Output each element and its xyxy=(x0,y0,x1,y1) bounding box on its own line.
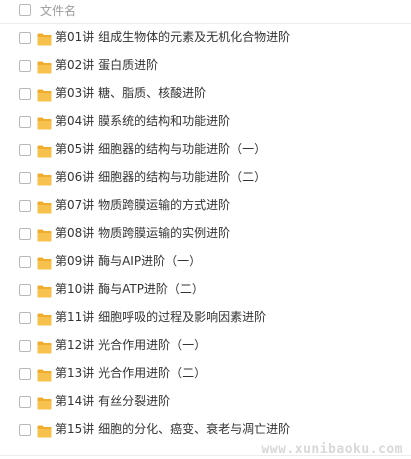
file-name[interactable]: 第14讲 有丝分裂进阶 xyxy=(55,393,170,410)
folder-icon xyxy=(37,87,52,102)
folder-icon xyxy=(37,255,52,270)
file-name[interactable]: 第08讲 物质跨膜运输的实例进阶 xyxy=(55,225,230,242)
file-name[interactable]: 第13讲 光合作用进阶（二） xyxy=(55,365,206,382)
file-row[interactable]: 第13讲 光合作用进阶（二） xyxy=(0,360,411,388)
file-name[interactable]: 第06讲 细胞器的结构与功能进阶（二） xyxy=(55,169,266,186)
folder-icon xyxy=(37,423,52,438)
file-row[interactable]: 第04讲 膜系统的结构和功能进阶 xyxy=(0,108,411,136)
file-row[interactable]: 第15讲 细胞的分化、癌变、衰老与凋亡进阶 xyxy=(0,416,411,444)
row-checkbox[interactable] xyxy=(19,368,31,380)
file-name[interactable]: 第05讲 细胞器的结构与功能进阶（一） xyxy=(55,141,266,158)
row-checkbox[interactable] xyxy=(19,340,31,352)
folder-icon xyxy=(37,115,52,130)
file-name[interactable]: 第03讲 糖、脂质、核酸进阶 xyxy=(55,85,206,102)
row-checkbox[interactable] xyxy=(19,284,31,296)
file-name[interactable]: 第15讲 细胞的分化、癌变、衰老与凋亡进阶 xyxy=(55,421,290,438)
folder-icon xyxy=(37,339,52,354)
row-checkbox[interactable] xyxy=(19,172,31,184)
row-checkbox[interactable] xyxy=(19,424,31,436)
file-name[interactable]: 第04讲 膜系统的结构和功能进阶 xyxy=(55,113,230,130)
file-row[interactable]: 第05讲 细胞器的结构与功能进阶（一） xyxy=(0,136,411,164)
row-checkbox[interactable] xyxy=(19,32,31,44)
folder-icon xyxy=(37,367,52,382)
file-name[interactable]: 第12讲 光合作用进阶（一） xyxy=(55,337,206,354)
folder-icon xyxy=(37,395,52,410)
row-checkbox[interactable] xyxy=(19,116,31,128)
file-row[interactable]: 第01讲 组成生物体的元素及无机化合物进阶 xyxy=(0,24,411,52)
file-list-header: 文件名 xyxy=(0,0,411,24)
file-row[interactable]: 第07讲 物质跨膜运输的方式进阶 xyxy=(0,192,411,220)
watermark: www.xunibaoku.com xyxy=(261,442,403,457)
file-row[interactable]: 第10讲 酶与ATP进阶（二） xyxy=(0,276,411,304)
row-checkbox[interactable] xyxy=(19,256,31,268)
folder-icon xyxy=(37,283,52,298)
file-row[interactable]: 第11讲 细胞呼吸的过程及影响因素进阶 xyxy=(0,304,411,332)
file-name[interactable]: 第07讲 物质跨膜运输的方式进阶 xyxy=(55,197,230,214)
folder-icon xyxy=(37,199,52,214)
file-row[interactable]: 第06讲 细胞器的结构与功能进阶（二） xyxy=(0,164,411,192)
file-row[interactable]: 第12讲 光合作用进阶（一） xyxy=(0,332,411,360)
column-header-filename[interactable]: 文件名 xyxy=(40,3,76,19)
folder-icon xyxy=(37,59,52,74)
file-row[interactable]: 第02讲 蛋白质进阶 xyxy=(0,52,411,80)
row-checkbox[interactable] xyxy=(19,396,31,408)
row-checkbox[interactable] xyxy=(19,312,31,324)
folder-icon xyxy=(37,311,52,326)
row-checkbox[interactable] xyxy=(19,228,31,240)
file-name[interactable]: 第09讲 酶与AIP进阶（一） xyxy=(55,253,201,270)
file-name[interactable]: 第10讲 酶与ATP进阶（二） xyxy=(55,281,204,298)
file-row[interactable]: 第09讲 酶与AIP进阶（一） xyxy=(0,248,411,276)
row-checkbox[interactable] xyxy=(19,60,31,72)
folder-icon xyxy=(37,143,52,158)
file-list: 文件名 第01讲 组成生物体的元素及无机化合物进阶 第02讲 蛋白质进阶第03讲 … xyxy=(0,0,411,459)
file-rows: 第01讲 组成生物体的元素及无机化合物进阶 第02讲 蛋白质进阶第03讲 糖、脂质… xyxy=(0,24,411,444)
folder-icon xyxy=(37,227,52,242)
file-name[interactable]: 第11讲 细胞呼吸的过程及影响因素进阶 xyxy=(55,309,266,326)
file-row[interactable]: 第03讲 糖、脂质、核酸进阶 xyxy=(0,80,411,108)
folder-icon xyxy=(37,171,52,186)
file-row[interactable]: 第14讲 有丝分裂进阶 xyxy=(0,388,411,416)
row-checkbox[interactable] xyxy=(19,144,31,156)
file-row[interactable]: 第08讲 物质跨膜运输的实例进阶 xyxy=(0,220,411,248)
row-checkbox[interactable] xyxy=(19,200,31,212)
row-checkbox[interactable] xyxy=(19,88,31,100)
folder-icon xyxy=(37,31,52,46)
select-all-checkbox[interactable] xyxy=(19,4,31,16)
file-name[interactable]: 第02讲 蛋白质进阶 xyxy=(55,57,158,74)
file-name[interactable]: 第01讲 组成生物体的元素及无机化合物进阶 xyxy=(55,29,290,46)
